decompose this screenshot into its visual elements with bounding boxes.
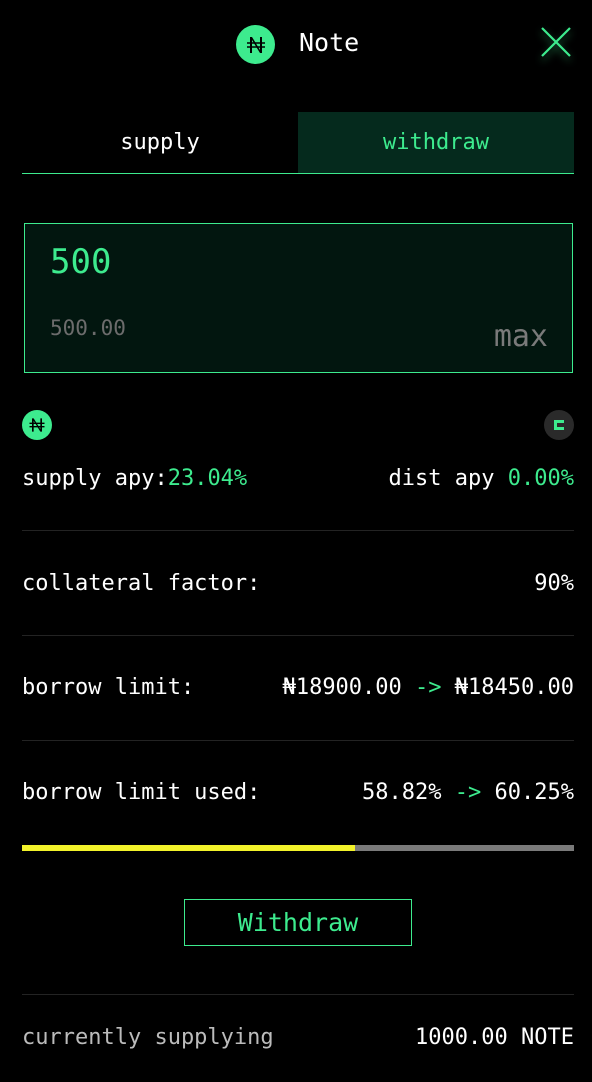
dist-apy-value: 0.00% [507,466,574,491]
close-icon [541,27,571,57]
arrow: -> [441,780,495,805]
tab-withdraw[interactable]: withdraw [298,112,574,173]
borrow-limit-progress-bar [22,845,574,851]
supply-apy-value: 23.04% [167,466,248,491]
borrow-limit-label: borrow limit: [22,675,195,700]
currently-supplying-label: currently supplying [22,1025,274,1050]
note-coin-icon [22,410,52,440]
canto-coin-icon [544,410,574,440]
currently-supplying-value: 1000.00 NOTE [415,1025,574,1050]
naira-icon [29,418,45,432]
divider [22,740,574,741]
tab-bar: supply withdraw [22,112,574,174]
page-title: Note [299,28,360,57]
header: Note [0,0,592,90]
close-button[interactable] [536,22,576,62]
progress-fill [22,845,355,851]
borrow-limit-value: ₦18900.00 -> ₦18450.00 [283,675,574,700]
borrow-limit-used-label: borrow limit used: [22,780,261,805]
naira-icon [246,36,265,53]
max-button[interactable]: max [494,319,548,354]
divider [22,635,574,636]
borrow-limit-to: ₦18450.00 [454,675,574,700]
divider [22,530,574,531]
borrow-used-to: 60.25% [494,780,574,805]
divider [22,994,574,995]
dist-apy-label: dist apy [388,466,508,491]
amount-input-box[interactable]: 500 500.00 max [24,223,573,373]
withdraw-button[interactable]: Withdraw [184,899,412,946]
supply-apy-label: supply apy: [22,466,168,491]
amount-input[interactable]: 500 [50,242,111,282]
supply-apy: supply apy:23.04% [22,466,247,491]
collateral-factor-label: collateral factor: [22,571,261,596]
dist-apy: dist apy 0.00% [389,466,574,491]
borrow-limit-from: ₦18900.00 [282,675,402,700]
collateral-factor-value: 90% [534,571,574,596]
note-token-logo [236,25,275,64]
canto-icon [554,420,564,430]
tab-supply[interactable]: supply [22,112,298,173]
arrow: -> [401,675,455,700]
borrow-limit-used-value: 58.82% -> 60.25% [362,780,574,805]
usd-value: 500.00 [50,316,126,340]
borrow-used-from: 58.82% [362,780,442,805]
